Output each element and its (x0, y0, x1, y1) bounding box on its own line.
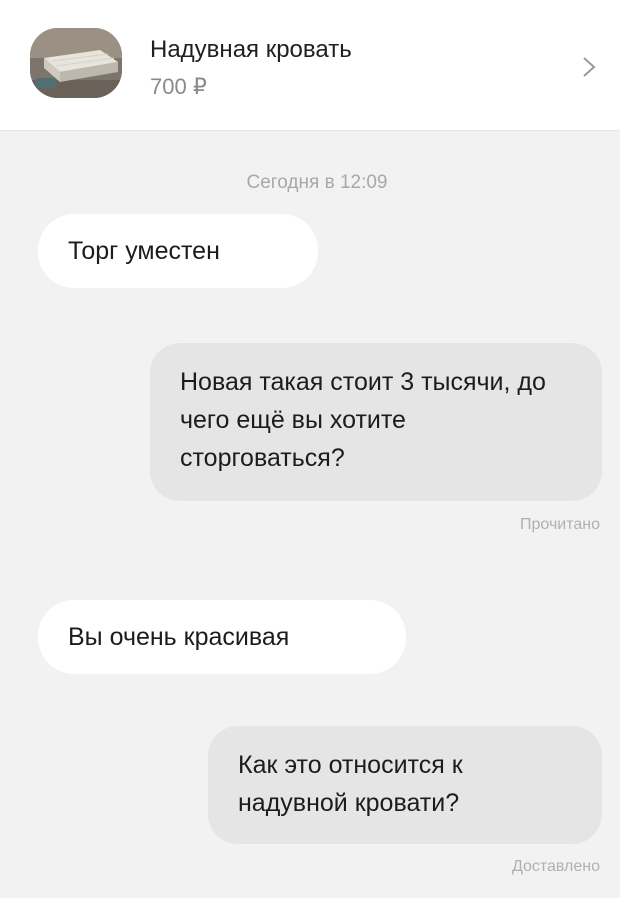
air-mattress-photo-icon (30, 28, 122, 98)
read-status: Прочитано (520, 516, 600, 533)
listing-price: 700 ₽ (150, 74, 207, 99)
listing-title: Надувная кровать (150, 36, 352, 63)
listing-header[interactable]: Надувная кровать 700 ₽ (0, 0, 620, 131)
message-text: Как это относится к надувной кровати? (238, 751, 463, 817)
incoming-message: Торг уместен (38, 214, 318, 288)
message-text: Новая такая стоит 3 тысячи, до чего ещё … (180, 368, 546, 472)
outgoing-message: Как это относится к надувной кровати? (208, 726, 602, 844)
chat-timestamp: Сегодня в 12:09 (246, 172, 388, 193)
outgoing-message: Новая такая стоит 3 тысячи, до чего ещё … (150, 343, 602, 501)
message-text: Вы очень красивая (68, 623, 290, 651)
incoming-message: Вы очень красивая (38, 600, 406, 674)
chevron-right-icon[interactable] (582, 56, 596, 78)
delivery-status: Доставлено (511, 858, 600, 875)
message-text: Торг уместен (68, 237, 220, 265)
listing-thumbnail (30, 28, 122, 98)
